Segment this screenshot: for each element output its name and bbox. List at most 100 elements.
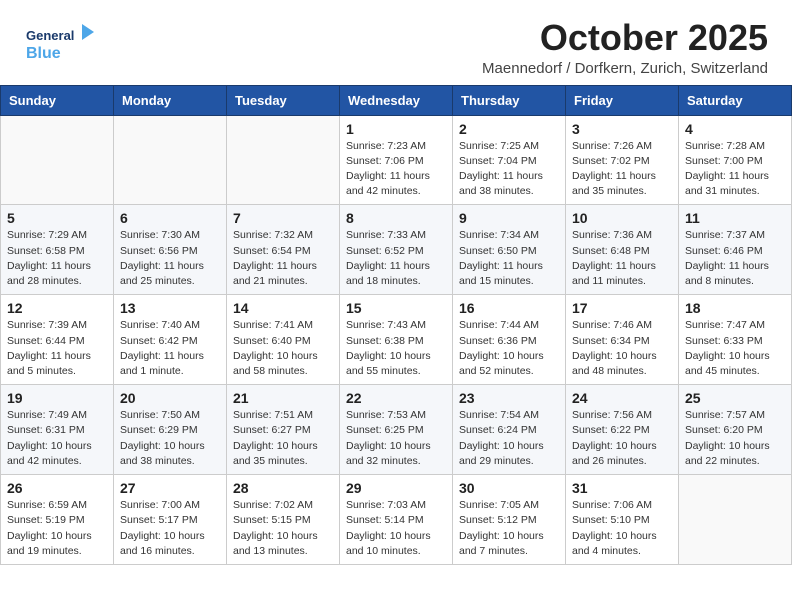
- day-info: Sunrise: 7:54 AM Sunset: 6:24 PM Dayligh…: [459, 408, 559, 469]
- day-number: 18: [685, 300, 785, 316]
- day-number: 24: [572, 390, 672, 406]
- day-info: Sunrise: 7:06 AM Sunset: 5:10 PM Dayligh…: [572, 498, 672, 559]
- calendar-day-cell: 1 Sunrise: 7:23 AM Sunset: 7:06 PM Daylig…: [340, 115, 453, 205]
- calendar-day-cell: 20 Sunrise: 7:50 AM Sunset: 6:29 PM Dayli…: [114, 385, 227, 475]
- weekday-header-row: SundayMondayTuesdayWednesdayThursdayFrid…: [1, 85, 792, 115]
- day-number: 26: [7, 480, 107, 496]
- day-info: Sunrise: 7:41 AM Sunset: 6:40 PM Dayligh…: [233, 318, 333, 379]
- location-subtitle: Maennedorf / Dorfkern, Zurich, Switzerla…: [482, 60, 768, 77]
- day-number: 13: [120, 300, 220, 316]
- calendar-day-cell: [227, 115, 340, 205]
- calendar-day-cell: 30 Sunrise: 7:05 AM Sunset: 5:12 PM Dayli…: [453, 475, 566, 565]
- calendar-week-row: 26Sunrise: 6:59 AM Sunset: 5:19 PM Dayli…: [1, 475, 792, 565]
- day-number: 14: [233, 300, 333, 316]
- calendar-day-cell: 24 Sunrise: 7:56 AM Sunset: 6:22 PM Dayli…: [566, 385, 679, 475]
- day-info: Sunrise: 7:43 AM Sunset: 6:38 PM Dayligh…: [346, 318, 446, 379]
- day-number: 30: [459, 480, 559, 496]
- day-number: 25: [685, 390, 785, 406]
- day-number: 17: [572, 300, 672, 316]
- page-header: General Blue October 2025 Maennedorf / D…: [0, 0, 792, 85]
- calendar-day-cell: 5 Sunrise: 7:29 AM Sunset: 6:58 PM Daylig…: [1, 205, 114, 295]
- calendar-day-cell: 26Sunrise: 6:59 AM Sunset: 5:19 PM Dayli…: [1, 475, 114, 565]
- calendar-day-cell: 25 Sunrise: 7:57 AM Sunset: 6:20 PM Dayli…: [679, 385, 792, 475]
- day-info: Sunrise: 7:46 AM Sunset: 6:34 PM Dayligh…: [572, 318, 672, 379]
- day-info: Sunrise: 7:39 AM Sunset: 6:44 PM Dayligh…: [7, 318, 107, 379]
- calendar-day-cell: 16 Sunrise: 7:44 AM Sunset: 6:36 PM Dayli…: [453, 295, 566, 385]
- day-number: 7: [233, 210, 333, 226]
- day-info: Sunrise: 7:53 AM Sunset: 6:25 PM Dayligh…: [346, 408, 446, 469]
- day-number: 23: [459, 390, 559, 406]
- calendar-day-cell: 9 Sunrise: 7:34 AM Sunset: 6:50 PM Daylig…: [453, 205, 566, 295]
- title-section: October 2025 Maennedorf / Dorfkern, Zuri…: [482, 18, 768, 77]
- weekday-header-wednesday: Wednesday: [340, 85, 453, 115]
- calendar-day-cell: 18Sunrise: 7:47 AM Sunset: 6:33 PM Dayli…: [679, 295, 792, 385]
- day-info: Sunrise: 7:37 AM Sunset: 6:46 PM Dayligh…: [685, 228, 785, 289]
- calendar-day-cell: 21Sunrise: 7:51 AM Sunset: 6:27 PM Dayli…: [227, 385, 340, 475]
- day-number: 9: [459, 210, 559, 226]
- calendar-day-cell: 6 Sunrise: 7:30 AM Sunset: 6:56 PM Daylig…: [114, 205, 227, 295]
- day-number: 12: [7, 300, 107, 316]
- day-info: Sunrise: 7:02 AM Sunset: 5:15 PM Dayligh…: [233, 498, 333, 559]
- calendar-day-cell: 28Sunrise: 7:02 AM Sunset: 5:15 PM Dayli…: [227, 475, 340, 565]
- day-info: Sunrise: 7:30 AM Sunset: 6:56 PM Dayligh…: [120, 228, 220, 289]
- day-number: 3: [572, 121, 672, 137]
- day-info: Sunrise: 7:49 AM Sunset: 6:31 PM Dayligh…: [7, 408, 107, 469]
- day-number: 20: [120, 390, 220, 406]
- calendar-day-cell: 4Sunrise: 7:28 AM Sunset: 7:00 PM Daylig…: [679, 115, 792, 205]
- day-number: 15: [346, 300, 446, 316]
- calendar-day-cell: 19 Sunrise: 7:49 AM Sunset: 6:31 PM Dayli…: [1, 385, 114, 475]
- calendar-day-cell: 10Sunrise: 7:36 AM Sunset: 6:48 PM Dayli…: [566, 205, 679, 295]
- svg-text:Blue: Blue: [26, 45, 61, 62]
- day-number: 1: [346, 121, 446, 137]
- day-number: 16: [459, 300, 559, 316]
- logo: General Blue: [24, 18, 96, 75]
- calendar-day-cell: [679, 475, 792, 565]
- day-number: 5: [7, 210, 107, 226]
- day-number: 4: [685, 121, 785, 137]
- day-info: Sunrise: 7:57 AM Sunset: 6:20 PM Dayligh…: [685, 408, 785, 469]
- calendar-day-cell: 15 Sunrise: 7:43 AM Sunset: 6:38 PM Dayli…: [340, 295, 453, 385]
- calendar-week-row: 12 Sunrise: 7:39 AM Sunset: 6:44 PM Dayli…: [1, 295, 792, 385]
- day-info: Sunrise: 7:29 AM Sunset: 6:58 PM Dayligh…: [7, 228, 107, 289]
- logo-icon: General Blue: [24, 18, 96, 70]
- calendar-week-row: 5 Sunrise: 7:29 AM Sunset: 6:58 PM Daylig…: [1, 205, 792, 295]
- weekday-header-monday: Monday: [114, 85, 227, 115]
- day-info: Sunrise: 7:23 AM Sunset: 7:06 PM Dayligh…: [346, 139, 446, 200]
- day-info: Sunrise: 7:44 AM Sunset: 6:36 PM Dayligh…: [459, 318, 559, 379]
- day-number: 8: [346, 210, 446, 226]
- day-number: 31: [572, 480, 672, 496]
- calendar-day-cell: 23 Sunrise: 7:54 AM Sunset: 6:24 PM Dayli…: [453, 385, 566, 475]
- calendar-day-cell: 7Sunrise: 7:32 AM Sunset: 6:54 PM Daylig…: [227, 205, 340, 295]
- weekday-header-friday: Friday: [566, 85, 679, 115]
- day-info: Sunrise: 7:33 AM Sunset: 6:52 PM Dayligh…: [346, 228, 446, 289]
- weekday-header-saturday: Saturday: [679, 85, 792, 115]
- calendar-day-cell: 8 Sunrise: 7:33 AM Sunset: 6:52 PM Daylig…: [340, 205, 453, 295]
- day-info: Sunrise: 7:50 AM Sunset: 6:29 PM Dayligh…: [120, 408, 220, 469]
- svg-text:General: General: [26, 28, 74, 43]
- day-number: 2: [459, 121, 559, 137]
- calendar-day-cell: [114, 115, 227, 205]
- day-number: 29: [346, 480, 446, 496]
- day-number: 10: [572, 210, 672, 226]
- calendar-day-cell: 12 Sunrise: 7:39 AM Sunset: 6:44 PM Dayli…: [1, 295, 114, 385]
- weekday-header-thursday: Thursday: [453, 85, 566, 115]
- month-title: October 2025: [482, 18, 768, 58]
- day-info: Sunrise: 7:05 AM Sunset: 5:12 PM Dayligh…: [459, 498, 559, 559]
- calendar-day-cell: 11 Sunrise: 7:37 AM Sunset: 6:46 PM Dayli…: [679, 205, 792, 295]
- day-info: Sunrise: 7:56 AM Sunset: 6:22 PM Dayligh…: [572, 408, 672, 469]
- weekday-header-tuesday: Tuesday: [227, 85, 340, 115]
- day-number: 19: [7, 390, 107, 406]
- day-number: 6: [120, 210, 220, 226]
- day-info: Sunrise: 7:26 AM Sunset: 7:02 PM Dayligh…: [572, 139, 672, 200]
- day-number: 11: [685, 210, 785, 226]
- day-number: 27: [120, 480, 220, 496]
- day-number: 22: [346, 390, 446, 406]
- day-info: Sunrise: 7:34 AM Sunset: 6:50 PM Dayligh…: [459, 228, 559, 289]
- calendar-day-cell: 3 Sunrise: 7:26 AM Sunset: 7:02 PM Daylig…: [566, 115, 679, 205]
- calendar-day-cell: [1, 115, 114, 205]
- calendar-day-cell: 13Sunrise: 7:40 AM Sunset: 6:42 PM Dayli…: [114, 295, 227, 385]
- calendar-day-cell: 22 Sunrise: 7:53 AM Sunset: 6:25 PM Dayli…: [340, 385, 453, 475]
- day-number: 21: [233, 390, 333, 406]
- day-info: Sunrise: 7:03 AM Sunset: 5:14 PM Dayligh…: [346, 498, 446, 559]
- calendar-day-cell: 27Sunrise: 7:00 AM Sunset: 5:17 PM Dayli…: [114, 475, 227, 565]
